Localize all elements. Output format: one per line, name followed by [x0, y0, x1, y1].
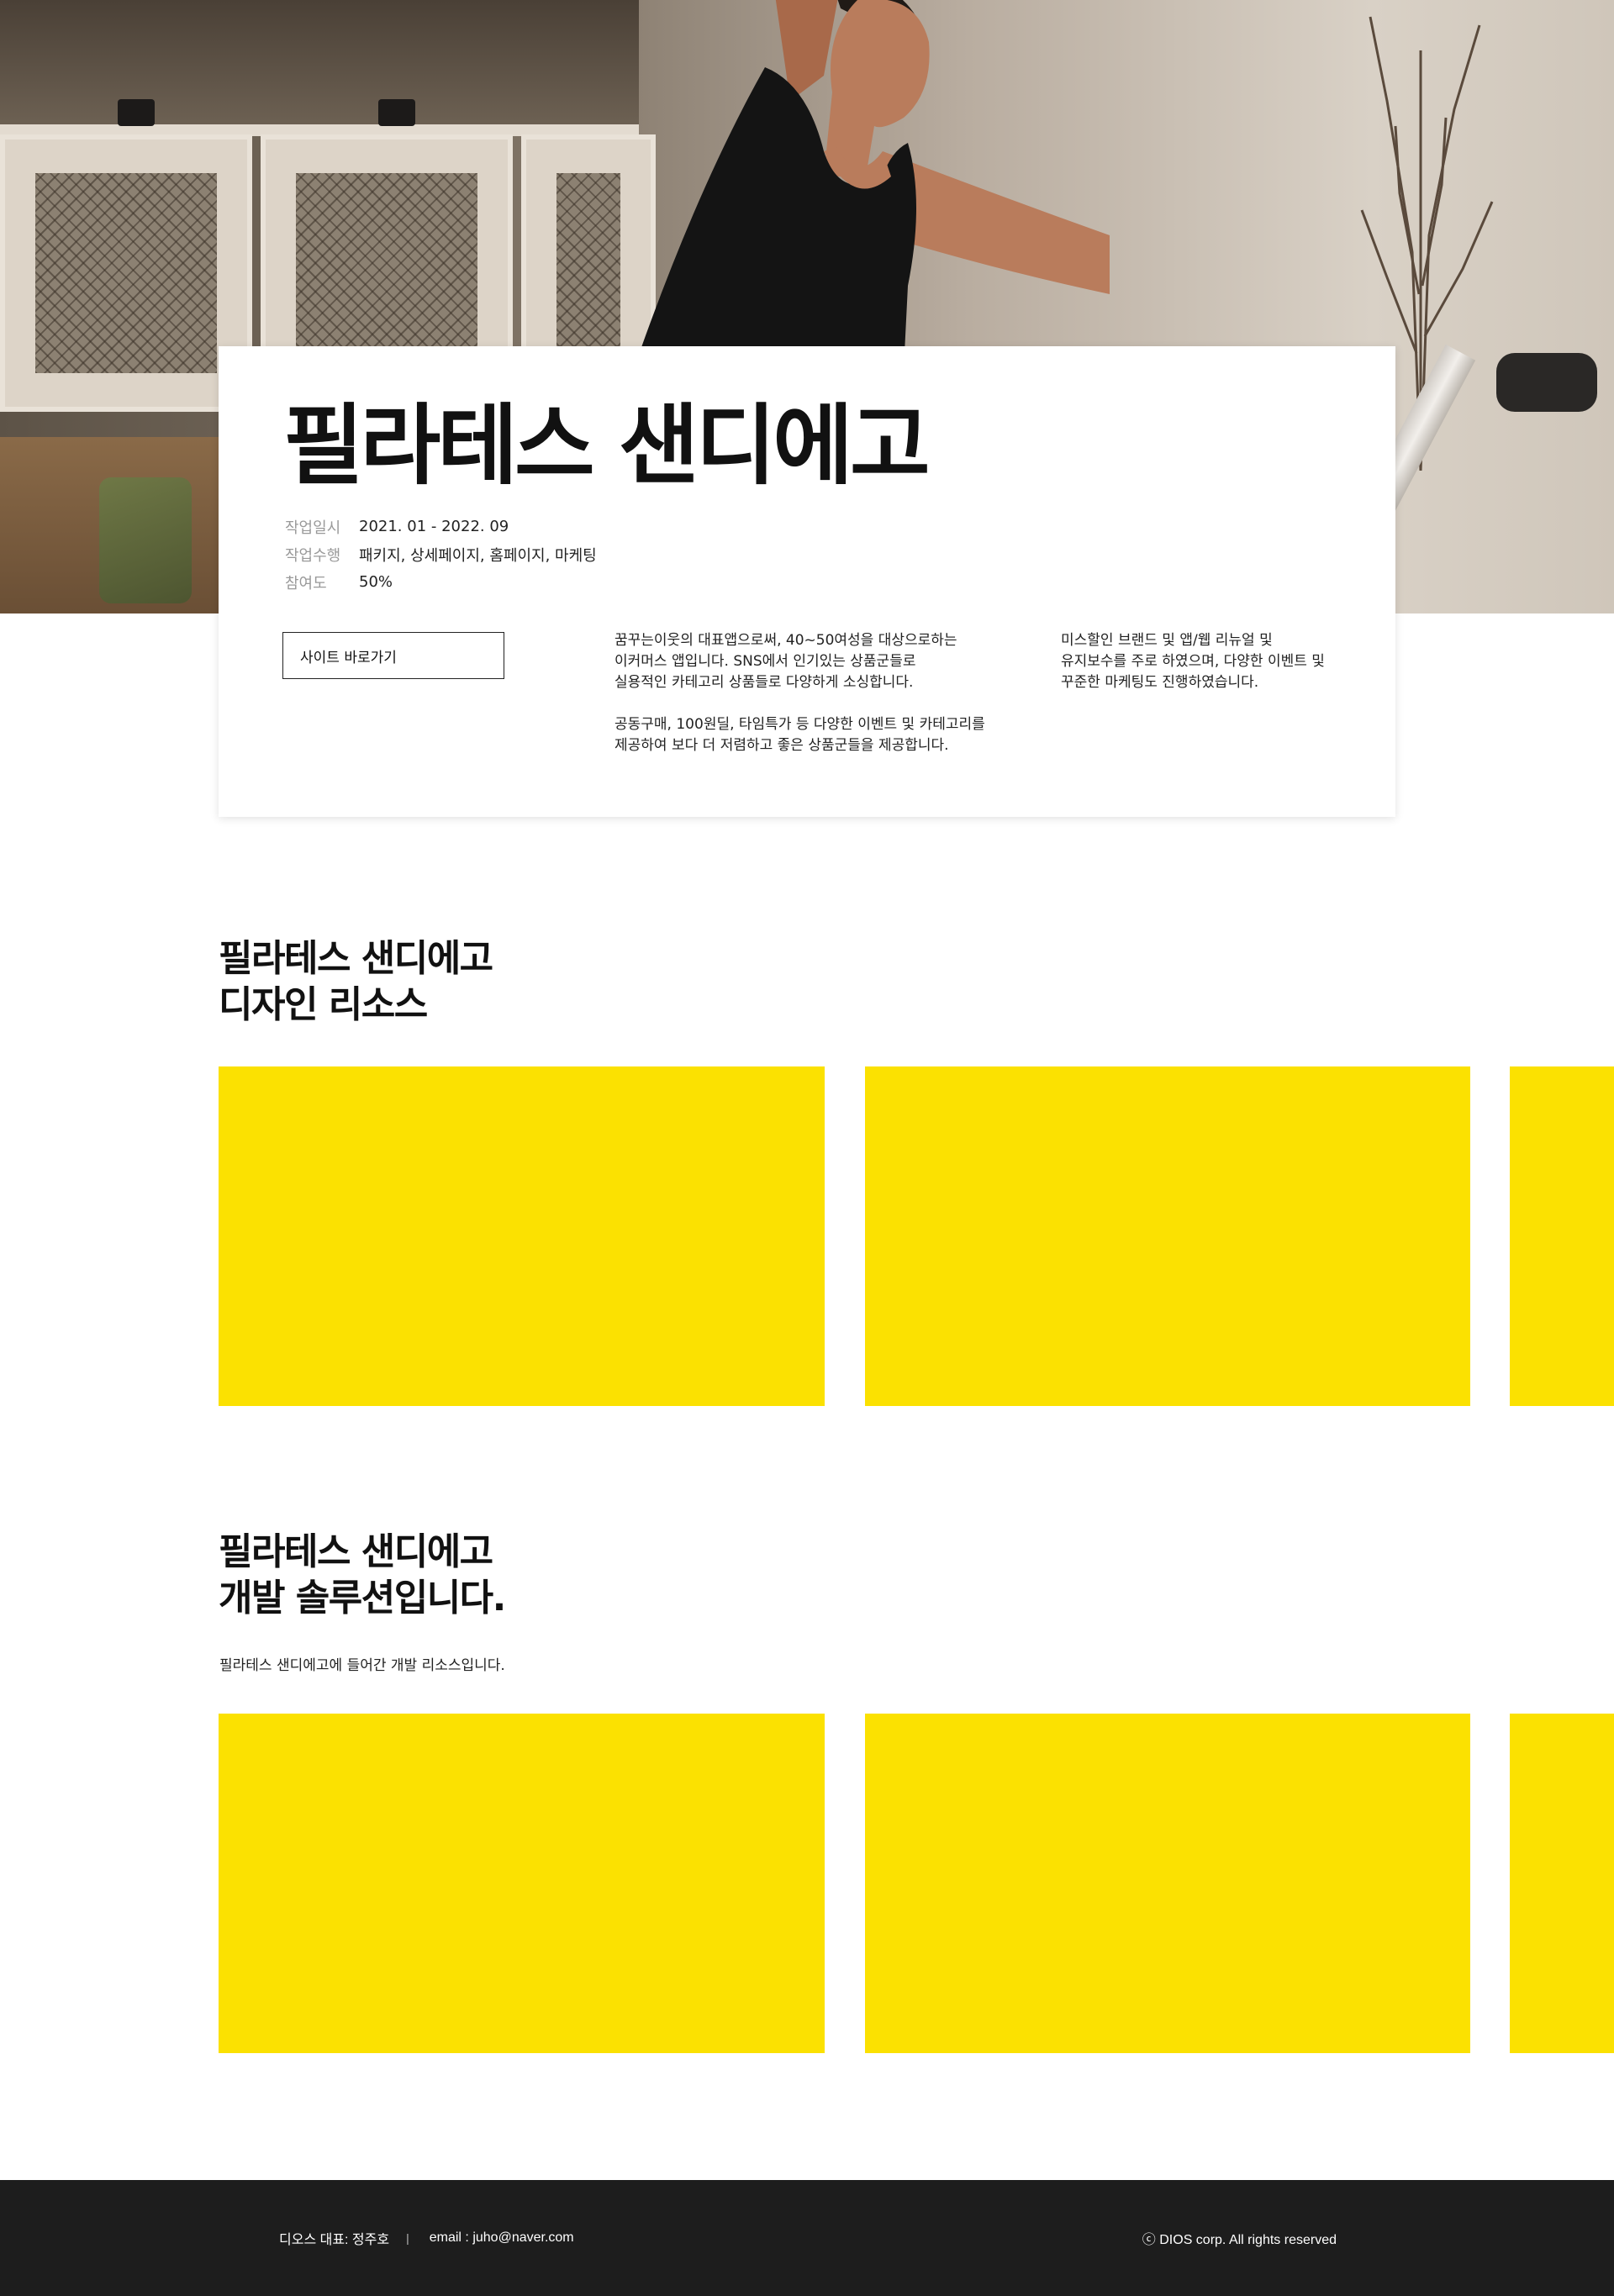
design-resource-tile[interactable] — [865, 1066, 1470, 1406]
project-description-main: 꿈꾸는이웃의 대표앱으로써, 40~50여성을 대상으로하는 이커머스 앱입니다… — [614, 632, 985, 754]
meta-value: 50% — [359, 573, 393, 591]
dev-resource-tile[interactable] — [1510, 1714, 1614, 2053]
design-resource-tile[interactable] — [219, 1066, 825, 1406]
design-resource-tile[interactable] — [1510, 1066, 1614, 1406]
footer: 디오스 대표: 정주호 | email : juho@naver.com ⓒ D… — [0, 2180, 1614, 2296]
dev-resource-tile[interactable] — [219, 1714, 825, 2053]
visit-site-button[interactable]: 사이트 바로가기 — [282, 632, 504, 679]
design-section-title: 필라테스 샌디에고 디자인 리소스 — [219, 937, 493, 1026]
dev-section-title: 필라테스 샌디에고 개발 솔루션입니다. — [219, 1530, 506, 1619]
meta-row-participation: 참여도 50% — [285, 568, 597, 596]
footer-separator: | — [406, 2231, 409, 2245]
project-info-card: 필라테스 샌디에고 작업일시 2021. 01 - 2022. 09 작업수행 … — [219, 346, 1395, 817]
meta-value: 2021. 01 - 2022. 09 — [359, 518, 509, 535]
footer-copyright: ⓒ DIOS corp. All rights reserved — [1142, 2233, 1337, 2247]
project-description-side: 미스할인 브랜드 및 앱/웹 리뉴얼 및 유지보수를 주로 하였으며, 다양한 … — [1061, 632, 1325, 691]
hero-cabinet — [0, 134, 252, 412]
hero-pot — [118, 99, 155, 126]
meta-key: 작업일시 — [285, 519, 341, 537]
meta-key: 작업수행 — [285, 546, 341, 565]
project-meta: 작업일시 2021. 01 - 2022. 09 작업수행 패키지, 상세페이지… — [285, 513, 597, 596]
footer-email[interactable]: email : juho@naver.com — [430, 2230, 574, 2246]
project-title: 필라테스 샌디에고 — [283, 394, 931, 497]
dev-resource-tile[interactable] — [865, 1714, 1470, 2053]
footer-ceo: 디오스 대표: 정주호 — [279, 2233, 390, 2247]
meta-value: 패키지, 상세페이지, 홈페이지, 마케팅 — [359, 546, 597, 565]
footer-company-info: 디오스 대표: 정주호 | email : juho@naver.com — [279, 2180, 574, 2296]
meta-row-scope: 작업수행 패키지, 상세페이지, 홈페이지, 마케팅 — [285, 540, 597, 568]
hero-reformer-handle — [1496, 353, 1597, 412]
meta-key: 참여도 — [285, 574, 327, 592]
meta-row-date: 작업일시 2021. 01 - 2022. 09 — [285, 513, 597, 540]
dev-section-subtitle: 필라테스 샌디에고에 들어간 개발 리소스입니다. — [219, 1657, 505, 1674]
hero-mat — [99, 477, 192, 603]
hero-pot — [378, 99, 415, 126]
